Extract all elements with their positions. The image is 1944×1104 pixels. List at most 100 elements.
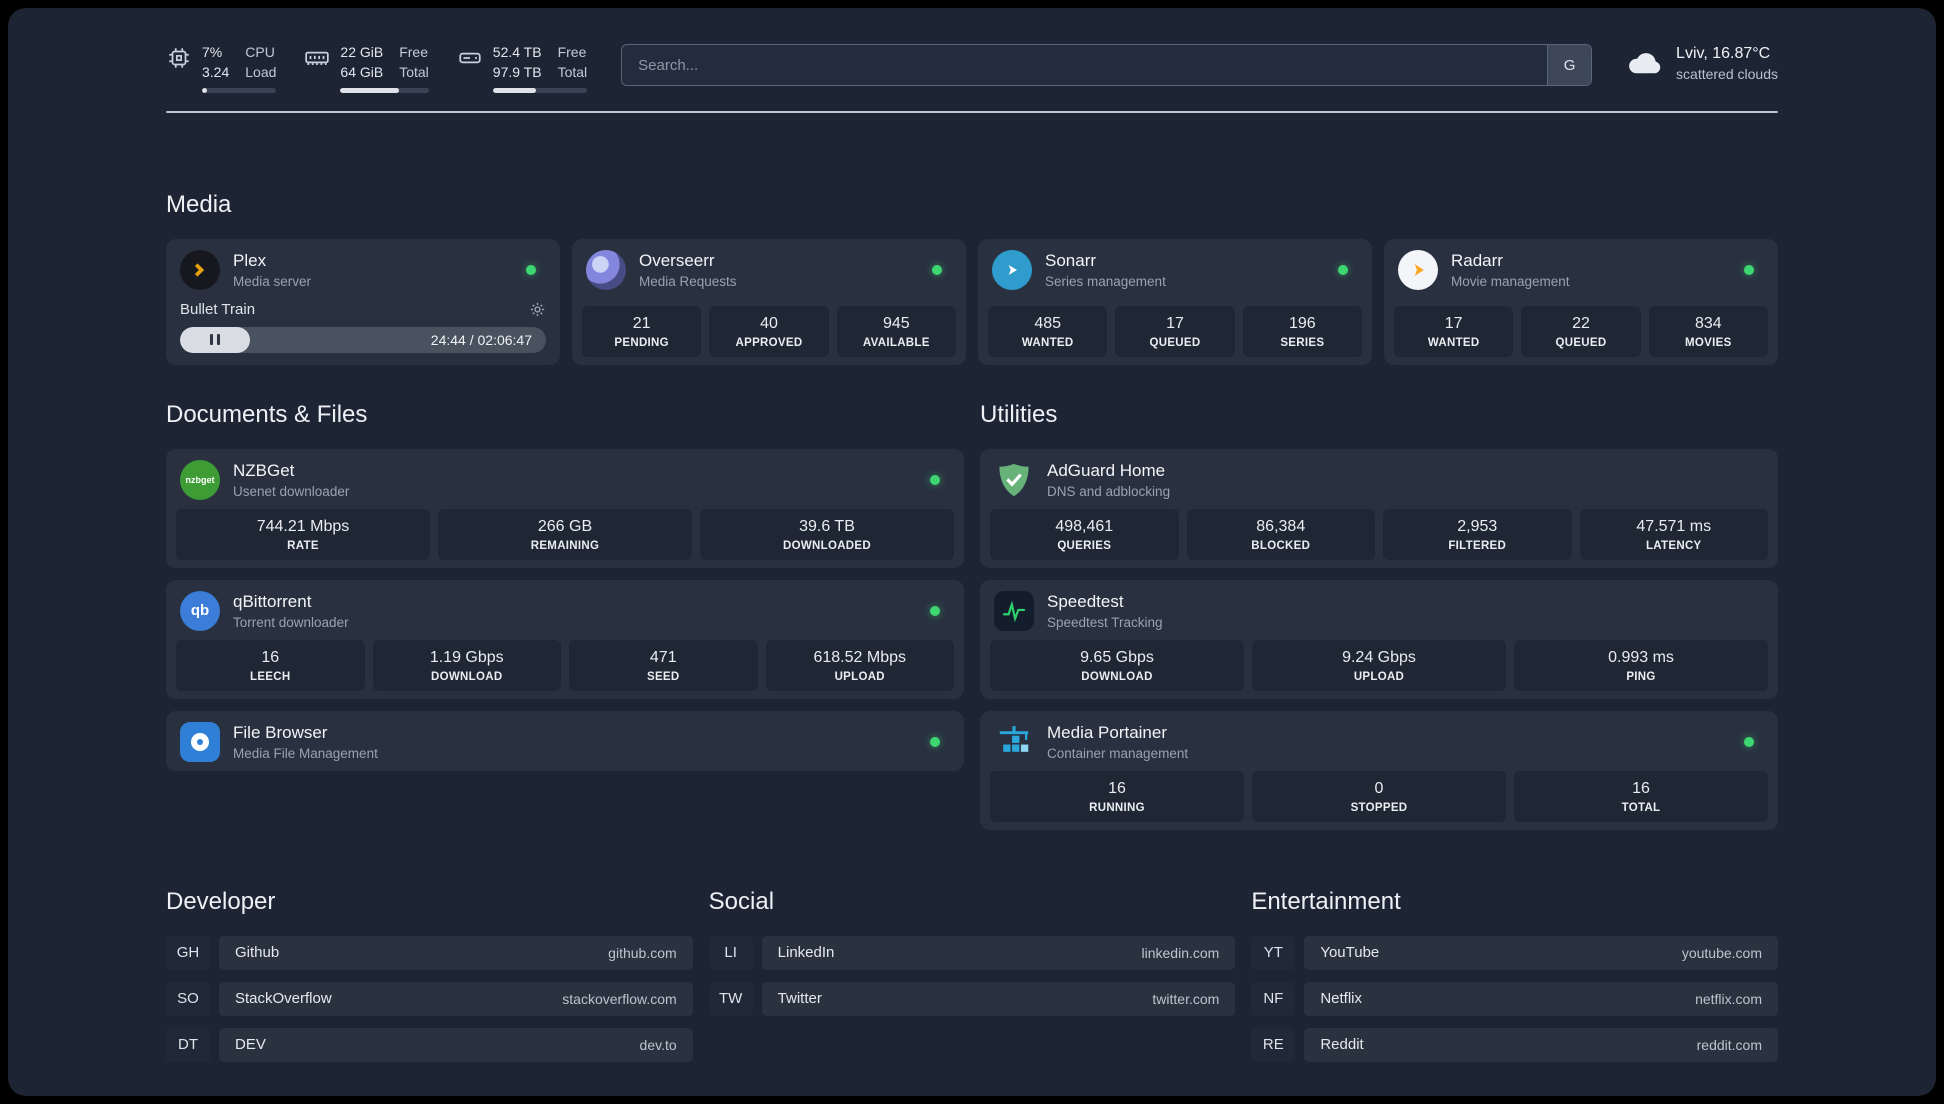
bookmark-pill[interactable]: Twitter twitter.com [761,981,1236,1016]
nzbget-icon: nzbget [180,459,220,500]
pause-icon[interactable] [209,334,220,346]
bookmark-pill[interactable]: LinkedIn linkedin.com [761,935,1236,970]
portainer-header[interactable]: Media Portainer Container management [990,719,1768,763]
overseerr-header[interactable]: Overseerr Media Requests [582,247,956,291]
filebrowser-header[interactable]: File Browser Media File Management [176,719,954,763]
cpu-load-value: 3.24 [202,64,230,81]
service-card-filebrowser[interactable]: File Browser Media File Management [166,710,964,771]
qbittorrent-icon: qb [180,590,220,631]
service-card-nzbget[interactable]: nzbget NZBGet Usenet downloader 744.21 M… [166,448,964,568]
stat-pending: 21 PENDING [582,305,702,357]
bookmark-pill[interactable]: StackOverflow stackoverflow.com [219,981,693,1016]
bookmark-pill[interactable]: Reddit reddit.com [1304,1027,1778,1062]
bookmark-stackoverflow[interactable]: SO StackOverflow stackoverflow.com [166,981,693,1016]
bookmark-abbr: YT [1251,935,1296,970]
stat-label: SEED [646,670,680,683]
service-card-plex[interactable]: Plex Media server Bullet Train 24:44 / 0… [166,238,560,365]
cpu-progress-fill [202,87,208,93]
bookmark-youtube[interactable]: YT YouTube youtube.com [1251,935,1778,970]
qbittorrent-stats: 16 LEECH 1.19 Gbps DOWNLOAD 471 SEED 618… [176,639,954,691]
search-provider-button[interactable]: G [1547,45,1592,85]
stat-value: 945 [882,314,910,332]
bookmark-abbr: DT [166,1027,210,1062]
qbittorrent-header[interactable]: qb qBittorrent Torrent downloader [176,588,954,632]
service-card-qbittorrent[interactable]: qb qBittorrent Torrent downloader 16 LEE… [166,579,964,699]
status-dot [1744,736,1754,747]
stat-value: 485 [1034,314,1062,332]
topbar: 7% 3.24 CPU Load 22 GiB 64 GiB Free Tota… [166,42,1778,93]
stat-queued: 22 QUEUED [1521,305,1641,357]
bookmark-pill[interactable]: Netflix netflix.com [1304,981,1778,1016]
bookmark-domain: linkedin.com [1141,944,1220,961]
sonarr-header[interactable]: Sonarr Series management [988,247,1362,291]
disk-free-value: 52.4 TB [492,44,542,60]
service-card-radarr[interactable]: Radarr Movie management 17 WANTED 22 QUE… [1384,238,1778,365]
bookmark-name: Netflix [1320,990,1363,1008]
stat-label: SERIES [1280,336,1325,349]
stat-value: 266 GB [537,517,593,535]
stat-value: 196 [1288,314,1316,332]
stat-value: 21 [632,314,651,332]
filebrowser-icon [180,721,220,762]
section-title-developer: Developer [166,887,276,915]
stat-movies: 834 MOVIES [1648,305,1768,357]
status-dot [1338,264,1348,275]
bookmark-twitter[interactable]: TW Twitter twitter.com [708,981,1236,1016]
stat-download: 9.65 Gbps DOWNLOAD [990,639,1244,691]
bookmark-linkedin[interactable]: LI LinkedIn linkedin.com [708,935,1236,970]
adguard-header[interactable]: AdGuard Home DNS and adblocking [990,457,1768,501]
bookmark-name: YouTube [1320,944,1380,962]
service-card-speedtest[interactable]: Speedtest Speedtest Tracking 9.65 Gbps D… [980,579,1778,699]
service-name: Radarr [1451,250,1503,270]
stat-leech: 16 LEECH [176,639,365,691]
bookmark-reddit[interactable]: RE Reddit reddit.com [1251,1027,1778,1062]
speedtest-header[interactable]: Speedtest Speedtest Tracking [990,588,1768,632]
stat-value: 86,384 [1256,517,1306,535]
service-subtitle: Media Requests [639,273,737,289]
memory-widget: 22 GiB 64 GiB Free Total [304,42,429,93]
memory-icon [305,51,330,66]
stat-label: PING [1626,670,1656,683]
bookmark-pill[interactable]: DEV dev.to [219,1027,693,1062]
stat-value: 9.65 Gbps [1080,648,1154,666]
overseerr-titles: Overseerr Media Requests [639,251,737,289]
stat-downloaded: 39.6 TB DOWNLOADED [700,508,954,560]
bookmark-pill[interactable]: YouTube youtube.com [1304,935,1778,970]
media-grid: Plex Media server Bullet Train 24:44 / 0… [166,238,1778,365]
bookmark-name: LinkedIn [777,944,835,962]
stat-label: STOPPED [1350,801,1408,814]
bookmark-netflix[interactable]: NF Netflix netflix.com [1251,981,1778,1016]
plex-now-playing: Bullet Train 24:44 / 02:06:47 [176,299,550,357]
shield-check-icon [999,463,1029,496]
cpu-values: 7% 3.24 CPU Load [202,42,276,83]
bookmark-abbr: RE [1251,1027,1296,1062]
disk-widget: 52.4 TB 97.9 TB Free Total [457,42,588,93]
service-card-overseerr[interactable]: Overseerr Media Requests 21 PENDING 40 A… [572,238,966,365]
cpu-percent: 7% [202,44,223,60]
bookmarks-section: Developer GH Github github.com SO StackO… [166,888,1778,1096]
bookmark-pill[interactable]: Github github.com [219,935,693,970]
playback-progress-bar[interactable]: 24:44 / 02:06:47 [180,326,546,353]
stat-label: WANTED [1427,336,1480,349]
stat-value: 17 [1444,314,1463,332]
gear-icon[interactable] [529,301,546,318]
stat-wanted: 17 WANTED [1394,305,1514,357]
service-name: qBittorrent [233,591,312,611]
section-title-media: Media [166,190,232,218]
service-card-sonarr[interactable]: Sonarr Series management 485 WANTED 17 Q… [978,238,1372,365]
bookmark-domain: netflix.com [1695,990,1762,1007]
search-input[interactable] [621,44,1593,86]
service-card-adguard[interactable]: AdGuard Home DNS and adblocking 498,461 … [980,448,1778,568]
bookmark-group-entertainment: Entertainment YT YouTube youtube.com NF … [1251,888,1778,1074]
bookmark-github[interactable]: GH Github github.com [166,935,693,970]
container-crane-icon [999,725,1029,752]
service-card-portainer[interactable]: Media Portainer Container management 16 … [980,710,1778,830]
playback-time: 24:44 / 02:06:47 [430,331,532,348]
stat-ping: 0.993 ms PING [1514,639,1768,691]
radarr-header[interactable]: Radarr Movie management [1394,247,1768,291]
stat-remaining: 266 GB REMAINING [438,508,692,560]
nzbget-header[interactable]: nzbget NZBGet Usenet downloader [176,457,954,501]
bookmark-dev[interactable]: DT DEV dev.to [166,1027,693,1062]
section-documents: Documents & Files nzbget NZBGet Usenet d… [166,401,964,771]
plex-header[interactable]: Plex Media server [176,247,550,291]
